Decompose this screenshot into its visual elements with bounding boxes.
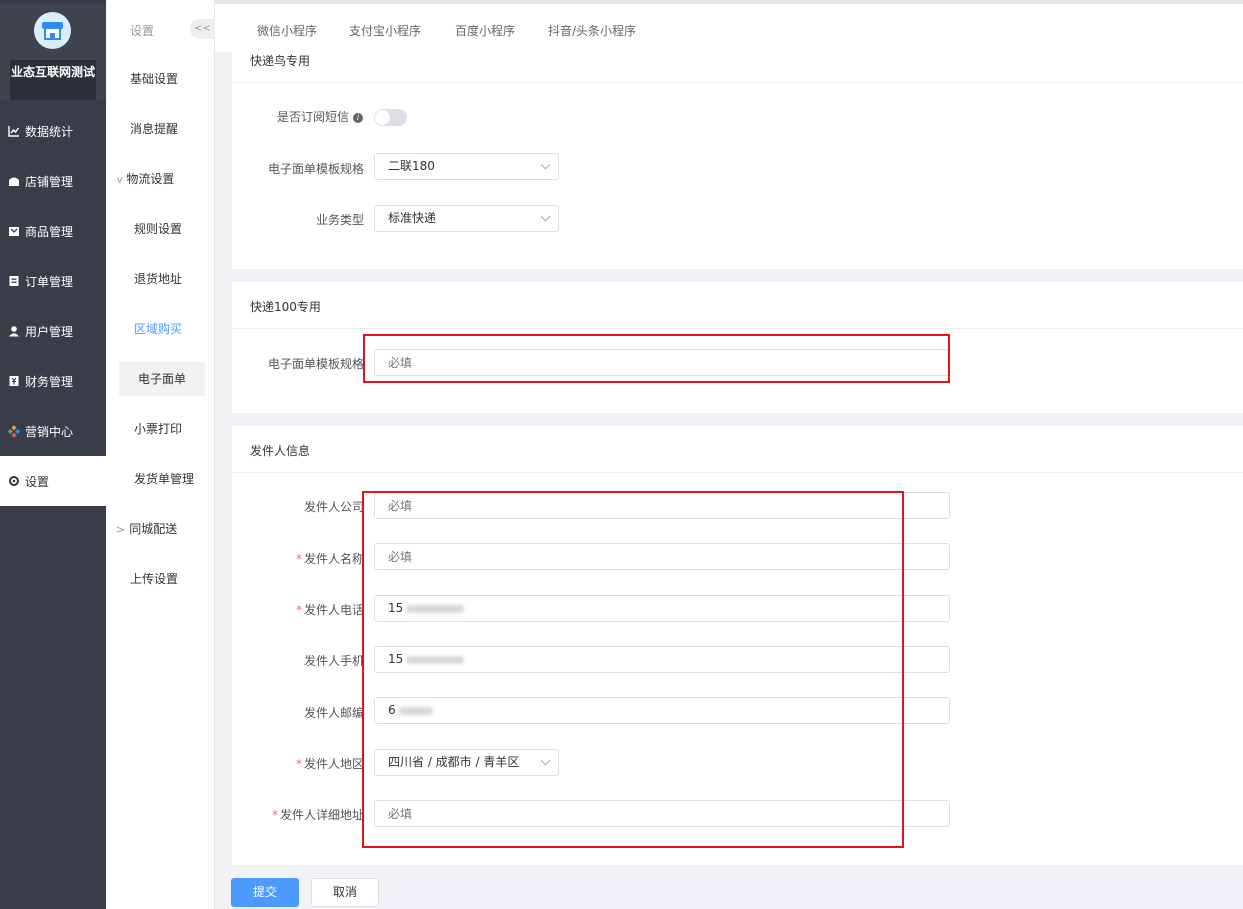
divider: [232, 82, 1243, 83]
nav-item-label: 商品管理: [25, 224, 74, 239]
biz-type-value: 标准快递: [388, 211, 437, 225]
divider: [232, 472, 1243, 473]
nav-item-orders[interactable]: 订单管理: [0, 256, 106, 306]
nav-item-store[interactable]: 店铺管理: [0, 156, 106, 206]
biz-type-select[interactable]: 标准快递: [374, 205, 559, 232]
subnav-item-rules[interactable]: 规则设置: [106, 212, 215, 246]
sender-zip-label: 发件人邮编: [303, 706, 364, 720]
sender-name-label-text: 发件人名称: [303, 552, 364, 566]
sender-address-label-text: 发件人详细地址: [279, 808, 364, 822]
sms-label: 是否订阅短信 i: [277, 108, 363, 125]
kdn-template-value: 二联180: [388, 159, 435, 173]
subnav-title: 设置: [130, 24, 155, 38]
tab-douyin[interactable]: 抖音/头条小程序: [548, 22, 636, 39]
finance-icon: [8, 375, 20, 387]
kd100-title: 快递100专用: [250, 300, 321, 314]
nav-item-label: 设置: [25, 474, 50, 489]
chevron-down-icon: [540, 159, 551, 170]
nav-item-label: 数据统计: [25, 124, 74, 139]
sender-name-label: * 发件人名称: [296, 550, 364, 567]
sender-region-label: * 发件人地区: [296, 755, 364, 772]
switch-knob: [375, 110, 390, 125]
nav-item-stats[interactable]: 数据统计: [0, 106, 106, 156]
sender-address-label: * 发件人详细地址: [272, 806, 364, 823]
subnav-item-invoice-manage[interactable]: 发货单管理: [106, 462, 215, 496]
subnav-item-label: 同城配送: [129, 522, 178, 536]
kdn-title: 快递鸟专用: [250, 54, 311, 68]
subnav-item-region-purchase[interactable]: 区域购买: [106, 312, 215, 346]
brand-name: 业态互联网测试: [10, 60, 96, 100]
nav-item-label: 订单管理: [25, 274, 74, 289]
store-logo-icon: [34, 12, 71, 49]
nav-item-finance[interactable]: 财务管理: [0, 356, 106, 406]
sender-phone-label-text: 发件人电话: [303, 603, 364, 617]
subnav-item-label: 物流设置: [126, 172, 175, 186]
order-icon: [8, 275, 20, 287]
info-icon: i: [353, 113, 363, 123]
required-mark: *: [295, 603, 302, 617]
nav-item-label: 店铺管理: [25, 174, 74, 189]
tab-wechat[interactable]: 微信小程序: [257, 22, 317, 39]
submit-button[interactable]: 提交: [231, 878, 299, 907]
chart-icon: [8, 125, 20, 137]
tab-alipay[interactable]: 支付宝小程序: [349, 22, 421, 39]
settings-subnav: 设置 << 基础设置 消息提醒 ∨ 物流设置 规则设置 退货地址 区域购买 电子面…: [106, 0, 215, 909]
subnav-item-return-address[interactable]: 退货地址: [106, 262, 215, 296]
subnav-item-basic[interactable]: 基础设置: [106, 62, 215, 96]
collapse-button[interactable]: <<: [190, 19, 215, 39]
chevron-right-icon: >: [116, 523, 126, 536]
subnav-item-message[interactable]: 消息提醒: [106, 112, 215, 146]
subnav-item-receipt-print[interactable]: 小票打印: [106, 412, 215, 446]
store-icon: [8, 175, 20, 187]
nav-item-label: 财务管理: [25, 374, 74, 389]
required-mark: *: [295, 552, 302, 566]
kdn-template-select[interactable]: 二联180: [374, 153, 559, 180]
kdn-panel: 快递鸟专用 是否订阅短信 i 电子面单模板规格 二联180 业务类型 标准快递: [232, 44, 1243, 269]
brand-block: 业态互联网测试: [0, 4, 106, 100]
chevron-down-icon: ∨: [116, 175, 124, 186]
nav-item-goods[interactable]: 商品管理: [0, 206, 106, 256]
sms-label-text: 是否订阅短信: [276, 110, 349, 124]
annotation-box-sender: [362, 491, 904, 848]
required-mark: *: [271, 808, 278, 822]
sender-title: 发件人信息: [250, 444, 311, 458]
user-icon: [8, 325, 20, 337]
sender-phone-label: * 发件人电话: [296, 601, 364, 618]
chevron-down-icon: [540, 211, 551, 222]
sender-mobile-label: 发件人手机: [303, 654, 364, 668]
subnav-item-logistics[interactable]: ∨ 物流设置: [106, 162, 215, 196]
subnav-item-upload[interactable]: 上传设置: [106, 562, 215, 596]
nav-item-label: 用户管理: [25, 324, 74, 339]
annotation-box-kd100: [363, 334, 950, 383]
marketing-icon: [8, 424, 20, 438]
subnav-item-local-delivery[interactable]: > 同城配送: [106, 512, 215, 546]
sender-region-label-text: 发件人地区: [303, 757, 364, 771]
sender-company-label: 发件人公司: [303, 500, 364, 514]
kdn-template-label: 电子面单模板规格: [267, 162, 364, 176]
nav-item-marketing[interactable]: 营销中心: [0, 406, 106, 456]
goods-icon: [8, 225, 20, 237]
cancel-button[interactable]: 取消: [311, 878, 379, 907]
subnav-item-e-waybill[interactable]: 电子面单: [119, 362, 205, 396]
main-sidebar: 业态互联网测试 数据统计 店铺管理 商品管理 订单管理 用户管理 财务管理 营销…: [0, 0, 106, 909]
gear-icon: [8, 475, 20, 487]
sms-switch[interactable]: [374, 109, 407, 126]
required-mark: *: [295, 757, 302, 771]
nav-item-settings[interactable]: 设置: [0, 456, 106, 506]
tab-baidu[interactable]: 百度小程序: [455, 22, 515, 39]
biz-type-label: 业务类型: [315, 213, 364, 227]
nav-item-users[interactable]: 用户管理: [0, 306, 106, 356]
kd100-template-label: 电子面单模板规格: [267, 357, 364, 371]
divider: [232, 328, 1243, 329]
nav-item-label: 营销中心: [25, 424, 74, 439]
